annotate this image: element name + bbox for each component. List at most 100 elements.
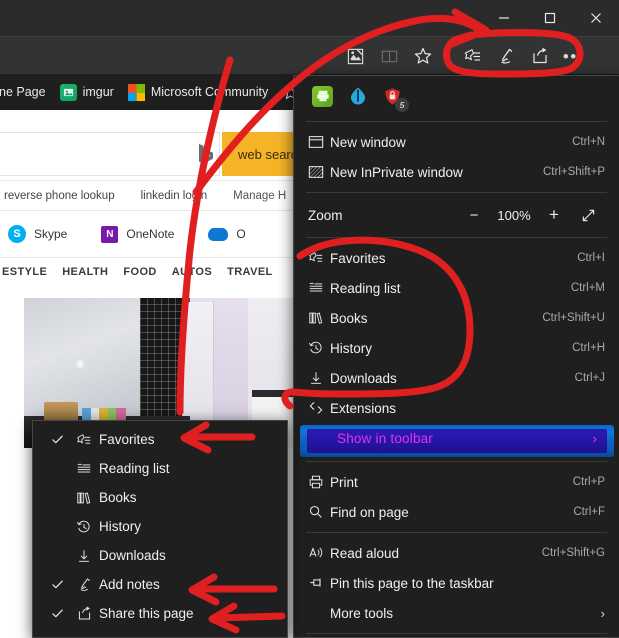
menu-item-reading-list[interactable]: Reading list Ctrl+M (294, 273, 619, 303)
skype-icon: S (8, 225, 26, 243)
favorites-bar-item-label: Microsoft Community (150, 85, 269, 99)
zoom-label: Zoom (308, 207, 343, 223)
menu-item-find-on-page[interactable]: Find on page Ctrl+F (294, 497, 619, 527)
app-link-skype[interactable]: S Skype (8, 225, 67, 243)
submenu-item-favorites[interactable]: Favorites (33, 425, 287, 454)
submenu-item-share-this-page[interactable]: Share this page (33, 599, 287, 628)
chevron-right-icon: › (600, 605, 605, 621)
submenu-item-label: Books (99, 490, 137, 505)
category-link[interactable]: ESTYLE (2, 266, 47, 278)
favorites-icon (308, 250, 330, 266)
read-aloud-icon (308, 545, 330, 561)
menu-item-print[interactable]: Print Ctrl+P (294, 467, 619, 497)
menu-item-shortcut: Ctrl+M (570, 282, 605, 294)
menu-item-label: Reading list (330, 280, 401, 296)
submenu-item-add-notes[interactable]: Add notes (33, 570, 287, 599)
checkmark-icon (45, 578, 69, 591)
add-notes-pen-icon (69, 576, 99, 593)
menu-item-shortcut: Ctrl+Shift+U (542, 312, 605, 324)
submenu-item-label: Downloads (99, 548, 166, 563)
microsoft-icon (127, 83, 145, 101)
inprivate-window-icon (308, 164, 330, 180)
related-searches: reverse phone lookup linkedin login Mana… (0, 182, 300, 210)
app-link-onenote[interactable]: N OneNote (101, 225, 174, 243)
reading-view-icon[interactable] (372, 37, 406, 75)
minimize-button[interactable] (481, 0, 527, 36)
favorites-bar: ne Page imgur Microsoft Community (0, 74, 300, 110)
menu-item-new-window[interactable]: New window Ctrl+N (294, 127, 619, 157)
extension-blue-shield-icon[interactable] (347, 86, 368, 107)
favorites-bar-item-imgur[interactable]: imgur (53, 74, 121, 110)
favorites-bar-item-label: imgur (82, 85, 114, 99)
window-controls (481, 0, 619, 36)
submenu-item-history[interactable]: History (33, 512, 287, 541)
favorite-star-icon[interactable] (406, 37, 440, 75)
favorites-bar-item-microsoft-community[interactable]: Microsoft Community (121, 74, 275, 110)
category-link[interactable]: FOOD (123, 266, 156, 278)
menu-item-shortcut: Ctrl+Shift+G (541, 547, 605, 559)
menu-item-shortcut: Ctrl+I (577, 252, 605, 264)
web-search-button[interactable]: web search (222, 132, 300, 176)
web-note-icon[interactable] (338, 37, 372, 75)
browser-toolbar: ••• (0, 36, 619, 74)
extensions-icon (308, 400, 330, 416)
title-bar (0, 0, 619, 36)
share-icon[interactable] (523, 37, 557, 75)
category-link[interactable]: AUTOS (172, 266, 212, 278)
menu-item-shortcut: Ctrl+Shift+P (543, 166, 605, 178)
related-search-link[interactable]: linkedin login (141, 190, 208, 202)
submenu-item-label: Favorites (99, 432, 155, 447)
menu-item-new-inprivate-window[interactable]: New InPrivate window Ctrl+Shift+P (294, 157, 619, 187)
related-search-link[interactable]: reverse phone lookup (4, 190, 115, 202)
submenu-item-label: Share this page (99, 606, 194, 621)
pin-icon (308, 575, 330, 591)
submenu-item-downloads[interactable]: Downloads (33, 541, 287, 570)
extension-green-icon[interactable] (312, 85, 333, 107)
zoom-out-button[interactable]: − (457, 207, 491, 224)
web-search-label: web search (238, 146, 300, 162)
menu-item-show-in-toolbar[interactable]: Show in toolbar › (294, 425, 619, 457)
zoom-value: 100% (497, 207, 531, 223)
menu-item-pin-to-taskbar[interactable]: Pin this page to the taskbar (294, 568, 619, 598)
category-link[interactable]: HEALTH (62, 266, 108, 278)
menu-item-label: Favorites (330, 250, 386, 266)
divider (306, 192, 607, 193)
related-search-link[interactable]: Manage H (233, 190, 286, 202)
category-link[interactable]: TRAVEL (227, 266, 273, 278)
bing-icon (196, 142, 216, 171)
menu-item-read-aloud[interactable]: Read aloud Ctrl+Shift+G (294, 538, 619, 568)
menu-item-downloads[interactable]: Downloads Ctrl+J (294, 363, 619, 393)
submenu-item-reading-list[interactable]: Reading list (33, 454, 287, 483)
app-link-onedrive[interactable]: O (208, 227, 246, 241)
menu-item-more-tools[interactable]: More tools › (294, 598, 619, 628)
menu-item-shortcut: Ctrl+H (572, 342, 605, 354)
toolbar-left-group (338, 37, 440, 75)
onedrive-icon (208, 227, 229, 241)
extension-red-shield-icon[interactable]: 5 (382, 86, 409, 112)
zoom-in-button[interactable]: + (537, 205, 571, 225)
menu-item-shortcut: Ctrl+P (572, 476, 605, 488)
menu-item-shortcut: Ctrl+N (572, 136, 605, 148)
fullscreen-icon[interactable] (571, 208, 605, 223)
more-options-button[interactable]: ••• (557, 37, 591, 75)
menu-item-history[interactable]: History Ctrl+H (294, 333, 619, 363)
menu-item-favorites[interactable]: Favorites Ctrl+I (294, 243, 619, 273)
menu-item-label: Books (330, 310, 368, 326)
menu-item-books[interactable]: Books Ctrl+Shift+U (294, 303, 619, 333)
hub-favorites-icon[interactable] (455, 37, 489, 75)
share-icon (69, 605, 99, 622)
close-button[interactable] (573, 0, 619, 36)
divider (306, 633, 607, 634)
add-notes-pen-icon[interactable] (489, 37, 523, 75)
menu-item-label: New window (330, 134, 406, 150)
submenu-item-books[interactable]: Books (33, 483, 287, 512)
menu-item-label: More tools (330, 605, 394, 621)
menu-item-label: History (330, 340, 373, 356)
menu-item-extensions[interactable]: Extensions (294, 393, 619, 423)
history-icon (69, 519, 99, 535)
reading-list-icon (308, 280, 330, 296)
app-links-row: S Skype N OneNote O (0, 211, 300, 257)
maximize-button[interactable] (527, 0, 573, 36)
favorites-bar-item-home-page[interactable]: ne Page (0, 74, 53, 110)
search-input[interactable] (0, 132, 220, 176)
